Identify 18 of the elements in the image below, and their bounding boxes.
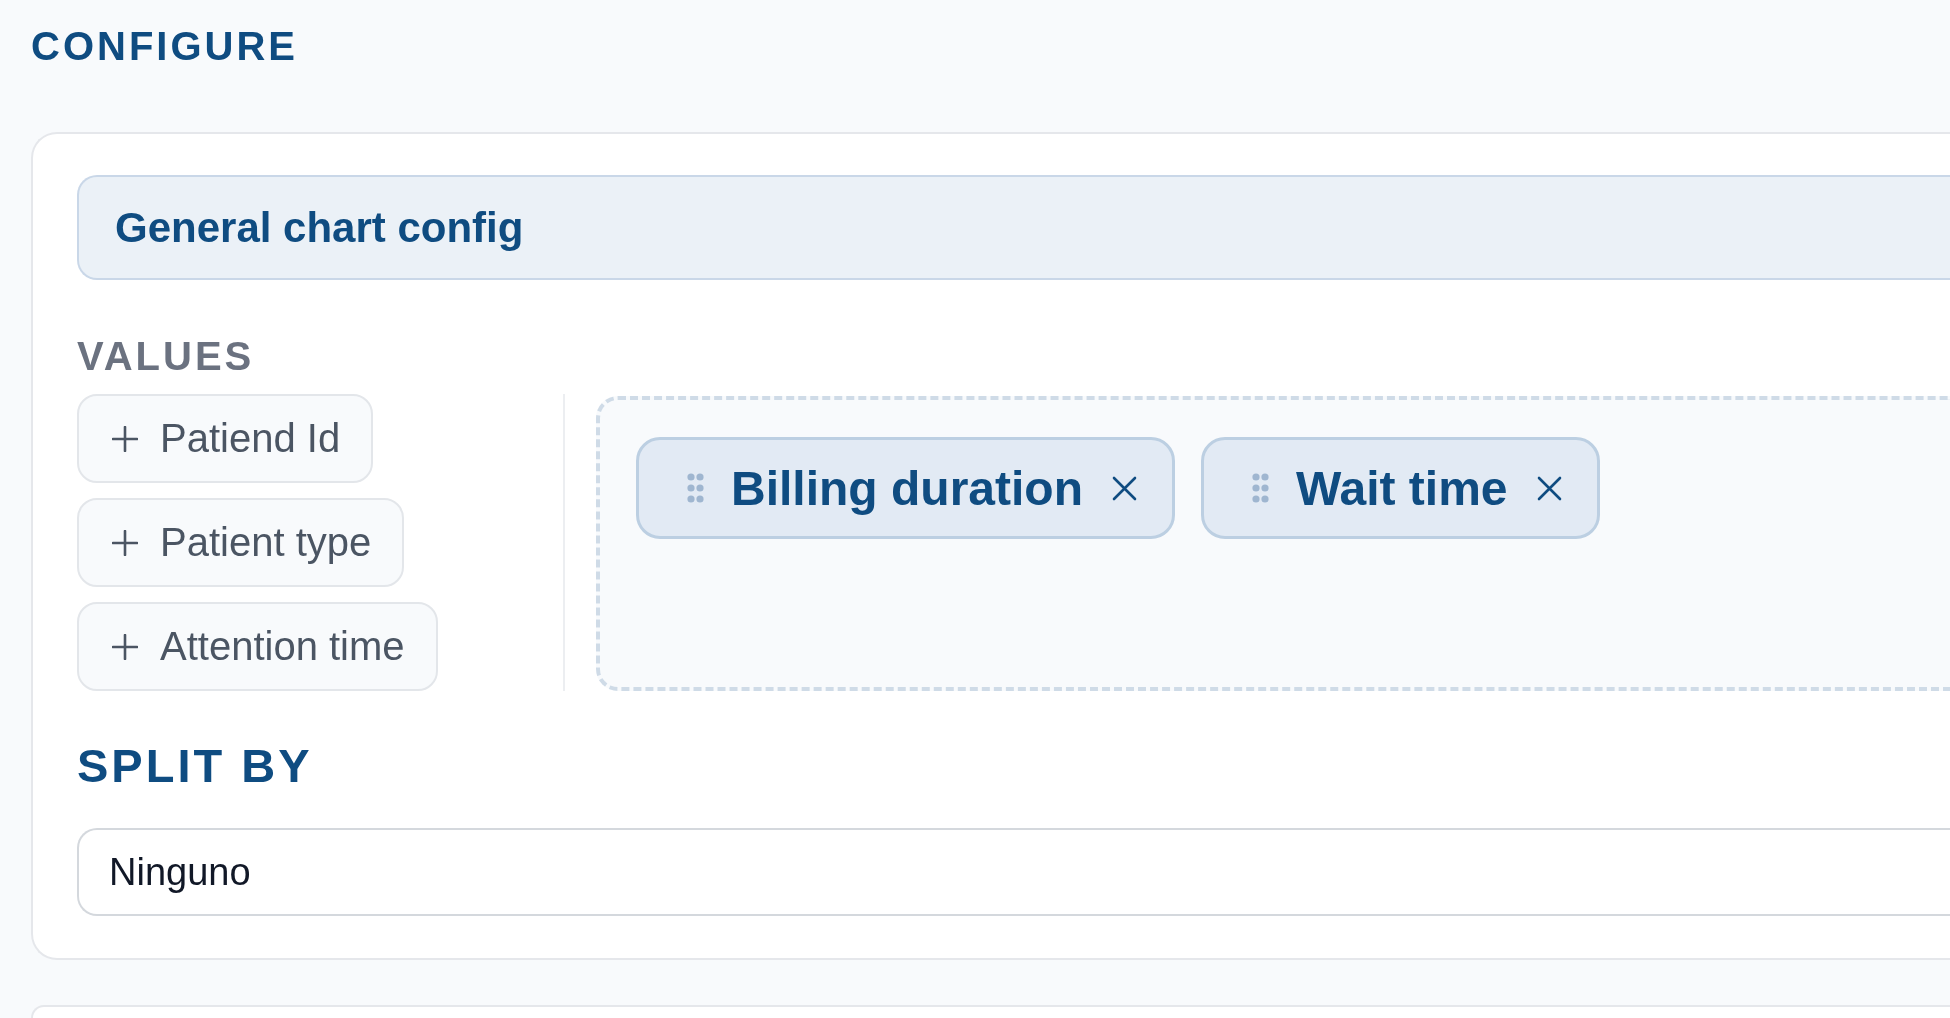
close-icon[interactable] (1111, 475, 1137, 501)
selected-field-chip[interactable]: Billing duration (636, 437, 1175, 539)
selected-field-chip[interactable]: Wait time (1200, 437, 1600, 539)
drag-handle-icon[interactable] (1251, 473, 1269, 503)
values-label: VALUES (77, 333, 255, 380)
add-field-chip[interactable]: Patient type (77, 498, 405, 587)
plus-icon (112, 529, 138, 556)
drop-zone[interactable]: Billing duration Wait time (596, 396, 1950, 691)
drag-handle-icon[interactable] (687, 473, 704, 503)
add-field-chip[interactable]: Patiend Id (77, 394, 374, 483)
close-icon[interactable] (1536, 475, 1562, 501)
section-title: CONFIGURE (31, 23, 298, 70)
plus-icon (112, 425, 138, 452)
plus-icon (112, 633, 138, 660)
split-by-label: SPLIT BY (77, 738, 313, 794)
split-by-field[interactable]: Ninguno (77, 828, 1950, 916)
panel-header[interactable]: General chart config (77, 175, 1950, 280)
add-field-chip[interactable]: Attention time (77, 602, 438, 691)
